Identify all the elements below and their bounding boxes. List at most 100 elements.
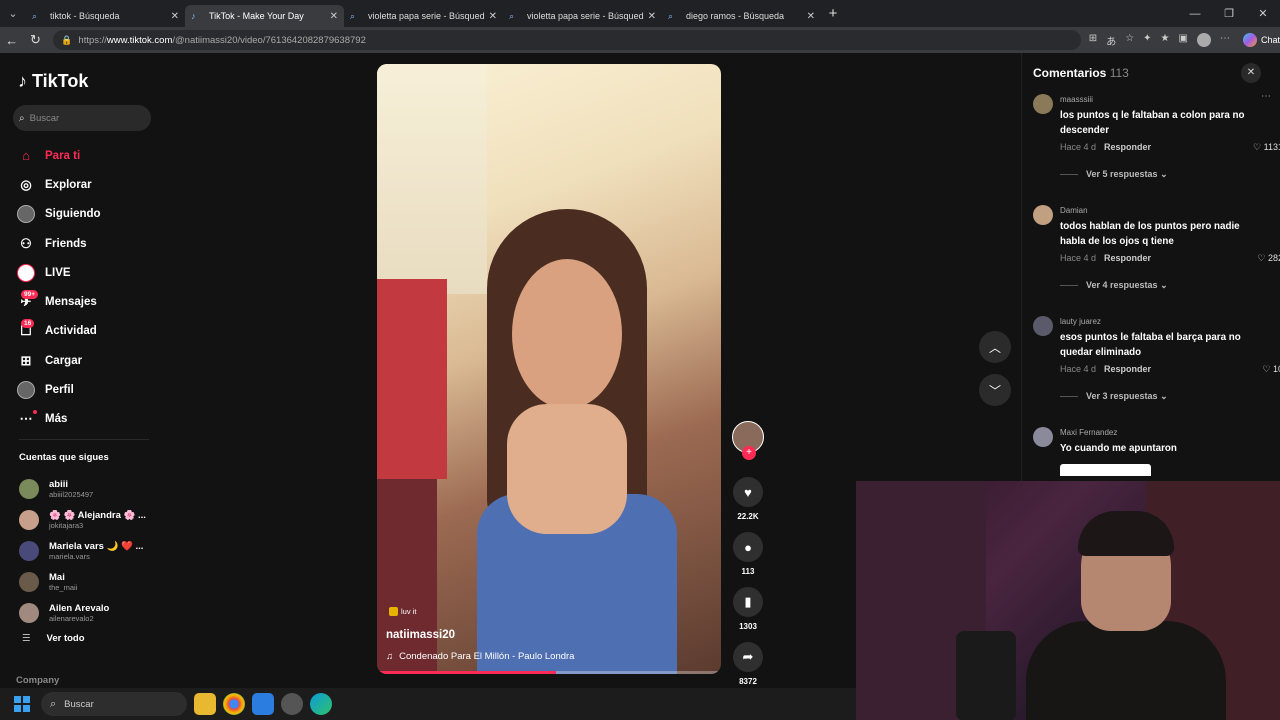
follow-plus-icon[interactable]: + xyxy=(742,446,756,460)
heart-icon[interactable]: ♥ xyxy=(733,477,763,507)
url-field[interactable]: 🔒 https://www.tiktok.com/@natiimassi20/v… xyxy=(53,30,1081,50)
close-comments-button[interactable]: ✕ xyxy=(1241,63,1261,83)
comment-text: todos hablan de los puntos pero nadie ha… xyxy=(1060,221,1240,247)
copilot-chat-button[interactable]: Chat xyxy=(1242,33,1280,48)
avatar[interactable] xyxy=(1033,427,1053,447)
comment-username[interactable]: Damian xyxy=(1060,206,1088,215)
close-tab-icon[interactable]: ✕ xyxy=(489,11,497,22)
app-icon[interactable] xyxy=(281,693,303,715)
tiktok-logo[interactable]: ♪ TikTok xyxy=(18,71,88,92)
comment-icon[interactable]: ● xyxy=(733,532,763,562)
nav-item-cargar[interactable]: ⊞ Cargar xyxy=(17,346,157,375)
close-tab-icon[interactable]: ✕ xyxy=(648,11,656,22)
following-account[interactable]: abiii abiiil2025497 xyxy=(19,473,154,504)
comment-username[interactable]: lauty juarez xyxy=(1060,317,1101,326)
nav-item-actividad[interactable]: ☐ 16 Actividad xyxy=(17,317,157,346)
windows-start-icon[interactable] xyxy=(11,693,33,715)
next-video-button[interactable]: ﹀ xyxy=(979,374,1011,406)
file-explorer-icon[interactable] xyxy=(194,693,216,715)
save-count: 1303 xyxy=(739,622,757,631)
lock-icon: 🔒 xyxy=(61,34,73,45)
reply-button[interactable]: Responder xyxy=(1104,142,1151,152)
company-link[interactable]: Company xyxy=(16,675,59,686)
edge-icon[interactable] xyxy=(310,693,332,715)
video-player[interactable]: luv it natiimassi20 ♫ Condenado Para El M… xyxy=(377,64,721,674)
video-background xyxy=(377,64,487,294)
apps-icon[interactable]: ⊞ xyxy=(1089,33,1097,48)
nav-item-perfil[interactable]: Perfil xyxy=(17,375,157,404)
translate-icon[interactable]: あ xyxy=(1106,33,1116,48)
friends-icon: ⚇ xyxy=(20,235,32,251)
photos-icon[interactable] xyxy=(252,693,274,715)
previous-video-button[interactable]: ︿ xyxy=(979,331,1011,363)
reload-button[interactable]: ↻ xyxy=(24,32,48,48)
avatar[interactable] xyxy=(1033,94,1053,114)
avatar[interactable] xyxy=(1033,316,1053,336)
comment-username[interactable]: Maxi Fernandez xyxy=(1060,428,1117,437)
tiktok-icon: ♪ xyxy=(191,11,196,21)
favorite-star-icon[interactable]: ☆ xyxy=(1125,33,1134,48)
following-account[interactable]: Mariela vars 🌙 ❤️ ... mariela.vars xyxy=(19,535,154,566)
reply-button[interactable]: Responder xyxy=(1104,253,1151,263)
profile-avatar[interactable] xyxy=(1196,32,1211,47)
following-account[interactable]: Mai the_maii xyxy=(19,566,154,597)
avatar[interactable] xyxy=(1033,205,1053,225)
browser-tab[interactable]: ♪ TikTok - Make Your Day ✕ xyxy=(185,5,344,27)
tab-actions-icon[interactable]: ⌄ xyxy=(0,0,26,27)
close-tab-icon[interactable]: ✕ xyxy=(171,11,179,22)
search-icon: ⌕ xyxy=(668,10,674,21)
view-replies-button[interactable]: Ver 3 respuestas ⌄ xyxy=(1060,391,1168,402)
view-replies-button[interactable]: Ver 4 respuestas ⌄ xyxy=(1060,280,1168,291)
search-input[interactable]: ⌕ Buscar xyxy=(13,105,151,131)
browser-tab[interactable]: ⌕ tiktok - Búsqueda ✕ xyxy=(26,5,185,27)
comment-likes[interactable]: ♡ 282 xyxy=(1257,253,1280,264)
nav-item-live[interactable]: LIVE xyxy=(17,258,157,287)
browser-toolbar: ⊞ あ ☆ ✦ ★ ▣ ⋯ Chat xyxy=(1089,32,1280,48)
video-username[interactable]: natiimassi20 xyxy=(386,629,455,641)
minimize-button[interactable]: — xyxy=(1178,0,1212,27)
more-options-icon[interactable]: ⋯ xyxy=(1261,91,1271,102)
reply-button[interactable]: Responder xyxy=(1104,364,1151,374)
sidebar: ♪ TikTok ⌕ Buscar ⌂ Para ti ◎ Explorar Siguien… xyxy=(0,53,160,688)
chrome-icon[interactable] xyxy=(223,693,245,715)
creator-avatar[interactable]: + xyxy=(732,421,764,460)
comment-username[interactable]: maasssiii xyxy=(1060,95,1093,104)
comment-image[interactable] xyxy=(1060,464,1151,476)
share-icon[interactable]: ➦ xyxy=(733,642,763,672)
account-name: abiii xyxy=(49,478,69,490)
nav-item-explorar[interactable]: ◎ Explorar xyxy=(17,170,157,199)
close-tab-icon[interactable]: ✕ xyxy=(807,11,815,22)
following-account[interactable]: Ailen Arevalo ailenarevalo2 xyxy=(19,597,154,628)
nav-item-m-s[interactable]: ⋯ Más xyxy=(17,405,157,434)
taskbar-search[interactable]: ⌕ Buscar xyxy=(41,692,187,716)
video-tag[interactable]: luv it xyxy=(389,607,416,616)
comment-action: ● 113 xyxy=(731,532,765,576)
maximize-button[interactable]: ❐ xyxy=(1212,0,1246,27)
save-action: ▮ 1303 xyxy=(731,587,765,631)
view-replies-button[interactable]: Ver 5 respuestas ⌄ xyxy=(1060,169,1168,180)
close-window-button[interactable]: ✕ xyxy=(1246,0,1280,27)
video-progress-bar[interactable] xyxy=(377,671,721,674)
following-account[interactable]: 🌸 🌸 Alejandra 🌸 ... jokitajara3 xyxy=(19,504,154,535)
extensions-icon[interactable]: ✦ xyxy=(1143,33,1151,48)
comment-text: Yo cuando me apuntaron xyxy=(1060,443,1177,454)
browser-tab[interactable]: ⌕ violetta papa serie - Búsqueda Imá ✕ xyxy=(503,5,662,27)
see-all-link[interactable]: ☰ Ver todo xyxy=(22,633,85,644)
collections-icon[interactable]: ▣ xyxy=(1179,33,1188,48)
nav-item-friends[interactable]: ⚇ Friends xyxy=(17,229,157,258)
video-music[interactable]: ♫ Condenado Para El Millón - Paulo Londra xyxy=(386,651,574,662)
close-tab-icon[interactable]: ✕ xyxy=(330,11,338,22)
nav-item-mensajes[interactable]: ✈ 99+ Mensajes xyxy=(17,287,157,316)
nav-item-siguiendo[interactable]: Siguiendo xyxy=(17,200,157,229)
menu-icon[interactable]: ⋯ xyxy=(1220,33,1230,48)
browser-tab[interactable]: ⌕ violetta papa serie - Búsqueda ✕ xyxy=(344,5,503,27)
bookmark-icon[interactable]: ▮ xyxy=(733,587,763,617)
view-replies-label: Ver 4 respuestas xyxy=(1086,280,1158,290)
back-button[interactable]: ← xyxy=(0,33,24,48)
comment-likes[interactable]: ♡ 1131 xyxy=(1253,142,1280,153)
browser-tab[interactable]: ⌕ diego ramos - Búsqueda ✕ xyxy=(662,5,821,27)
new-tab-button[interactable]: + xyxy=(821,5,845,22)
comment-likes[interactable]: ♡ 10 xyxy=(1262,364,1280,375)
favorites-icon[interactable]: ★ xyxy=(1161,33,1170,48)
nav-item-para-ti[interactable]: ⌂ Para ti xyxy=(17,141,157,170)
